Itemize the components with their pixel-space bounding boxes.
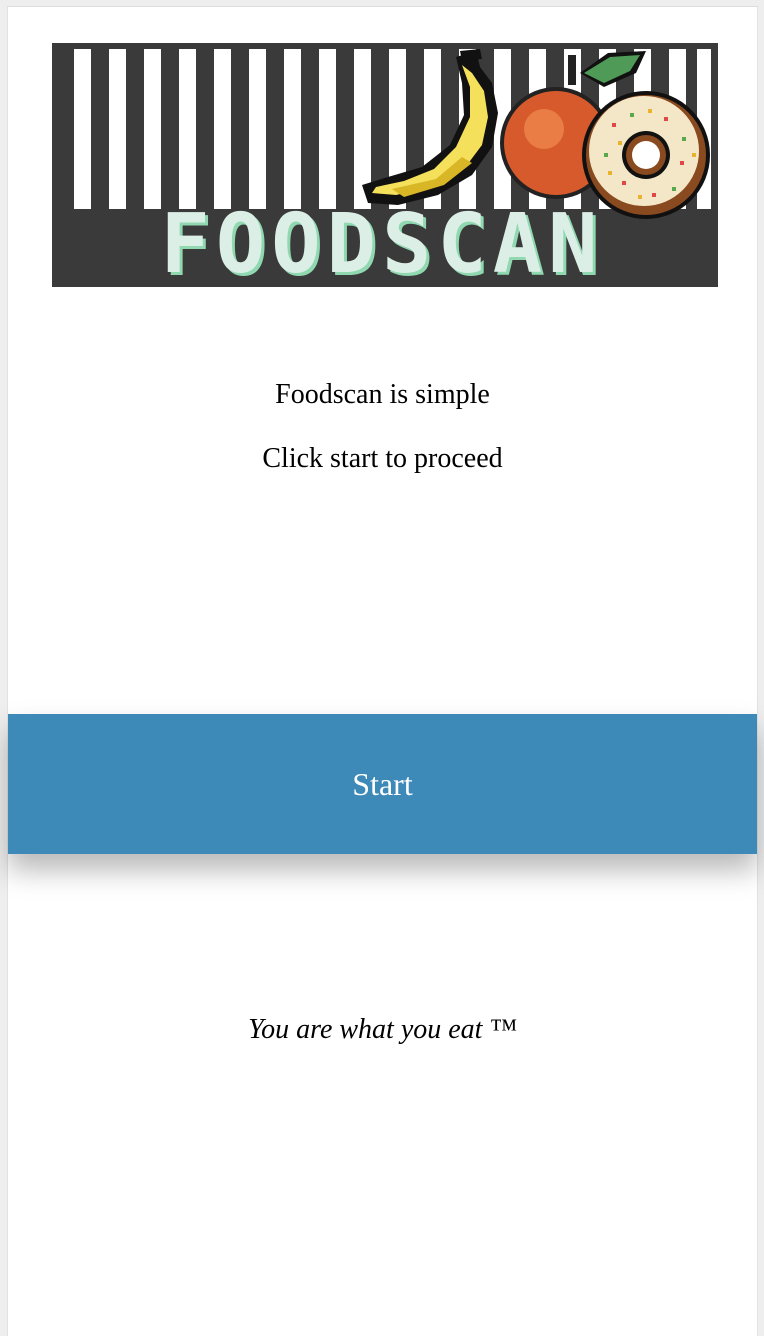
page-container: FOODSCAN FOODSCAN Foodscan is simple Cli… xyxy=(7,6,758,1336)
start-button-label: Start xyxy=(352,765,413,802)
svg-text:FOODSCAN: FOODSCAN xyxy=(161,197,604,287)
intro-text-line-2: Click start to proceed xyxy=(262,443,503,474)
tagline: You are what you eat ™ xyxy=(248,1014,517,1045)
foodscan-logo: FOODSCAN FOODSCAN xyxy=(52,43,718,287)
start-button[interactable]: Start xyxy=(8,714,757,854)
intro-text-line-1: Foodscan is simple xyxy=(275,379,490,410)
